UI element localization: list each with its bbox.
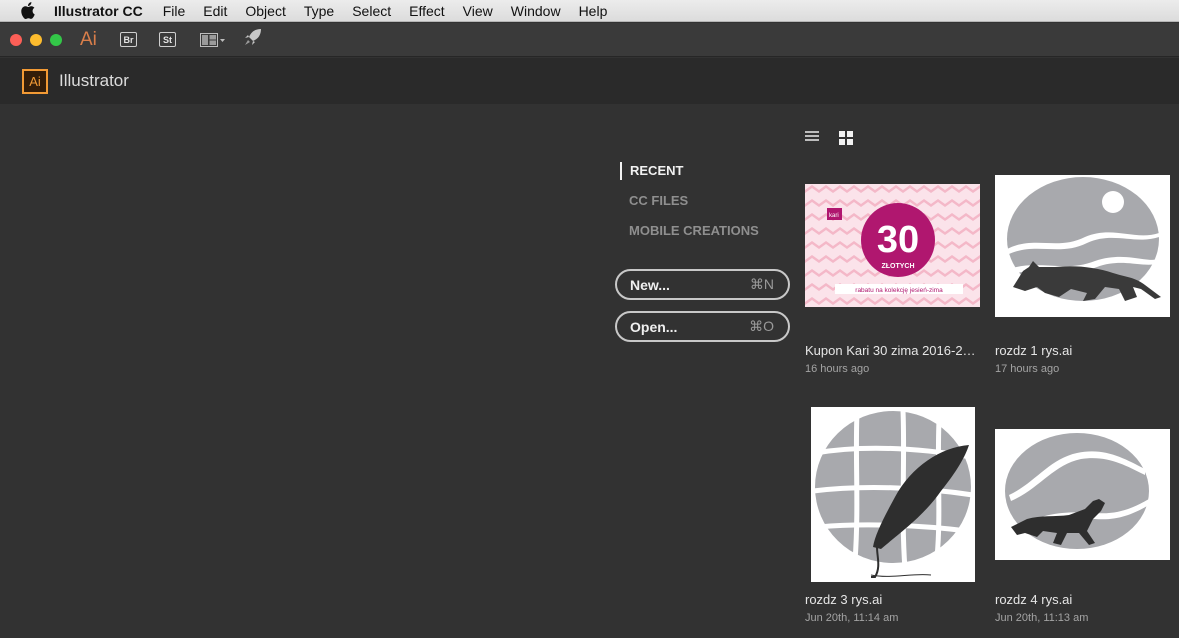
zoom-window-button[interactable] [50, 33, 62, 46]
stock-button[interactable]: St [159, 32, 176, 47]
app-header: Ai Illustrator [0, 58, 1179, 104]
rocket-icon [245, 29, 261, 45]
coupon-artwork: kari 30 ZŁOTYCH rabatu na kolekcję jesie… [805, 184, 980, 307]
file-name[interactable]: rozdz 1 rys.ai [995, 343, 1171, 358]
file-name[interactable]: Kupon Kari 30 zima 2016-201... [805, 343, 981, 358]
menu-file[interactable]: File [154, 0, 195, 22]
coupon-unit: ZŁOTYCH [881, 263, 914, 270]
menu-object[interactable]: Object [236, 0, 294, 22]
ai-app-label: Ai [80, 28, 97, 50]
minimize-window-button[interactable] [30, 33, 42, 46]
nav-mobile-creations[interactable]: MOBILE CREATIONS [620, 222, 759, 252]
file-thumbnail-wolf[interactable] [995, 175, 1170, 317]
nav-recent[interactable]: RECENT [620, 162, 759, 180]
new-button-label: New... [630, 276, 670, 293]
menu-app-name[interactable]: Illustrator CC [54, 0, 154, 22]
start-nav: RECENT CC FILES MOBILE CREATIONS [620, 162, 759, 252]
file-time: Jun 20th, 11:13 am [995, 612, 1089, 624]
menu-edit[interactable]: Edit [194, 0, 236, 22]
gpu-performance-button[interactable] [244, 28, 262, 51]
bridge-button[interactable]: Br [120, 32, 137, 47]
file-thumbnail-feather[interactable] [811, 407, 975, 582]
coupon-caption: rabatu na kolekcję jesień-zima [855, 287, 943, 294]
app-toolbar: Ai Br St [0, 23, 1179, 57]
new-shortcut: ⌘N [749, 276, 774, 292]
apple-menu-icon[interactable] [19, 2, 37, 20]
illustrator-logo: Ai [22, 68, 48, 94]
open-document-button[interactable]: Open... ⌘O [615, 311, 790, 342]
menu-effect[interactable]: Effect [400, 0, 454, 22]
file-thumbnail-coupon[interactable]: kari 30 ZŁOTYCH rabatu na kolekcję jesie… [805, 184, 980, 307]
new-document-button[interactable]: New... ⌘N [615, 269, 790, 300]
arrange-documents-icon [200, 32, 225, 47]
menu-window[interactable]: Window [502, 0, 570, 22]
file-time: 16 hours ago [805, 363, 870, 375]
file-time: Jun 20th, 11:14 am [805, 612, 899, 624]
arrange-documents-button[interactable] [200, 32, 226, 47]
list-view-icon[interactable] [805, 131, 819, 144]
file-name[interactable]: rozdz 3 rys.ai [805, 592, 981, 607]
app-title: Illustrator [59, 71, 129, 90]
coupon-brand: kari [829, 213, 839, 219]
file-name[interactable]: rozdz 4 rys.ai [995, 592, 1171, 607]
wolf-artwork [995, 175, 1170, 317]
nav-cc-files[interactable]: CC FILES [620, 192, 759, 222]
feather-artwork [811, 407, 975, 582]
open-shortcut: ⌘O [749, 318, 774, 334]
horse-artwork [995, 429, 1170, 560]
menu-select[interactable]: Select [343, 0, 400, 22]
menu-type[interactable]: Type [295, 0, 343, 22]
grid-view-icon[interactable] [839, 131, 853, 145]
file-time: 17 hours ago [995, 363, 1060, 375]
menu-help[interactable]: Help [570, 0, 617, 22]
file-thumbnail-horse[interactable] [995, 429, 1170, 560]
coupon-number: 30 [877, 219, 919, 261]
open-button-label: Open... [630, 318, 678, 335]
menu-view[interactable]: View [454, 0, 502, 22]
menu-bar: Illustrator CC File Edit Object Type Sel… [0, 0, 1179, 22]
close-window-button[interactable] [10, 33, 22, 46]
